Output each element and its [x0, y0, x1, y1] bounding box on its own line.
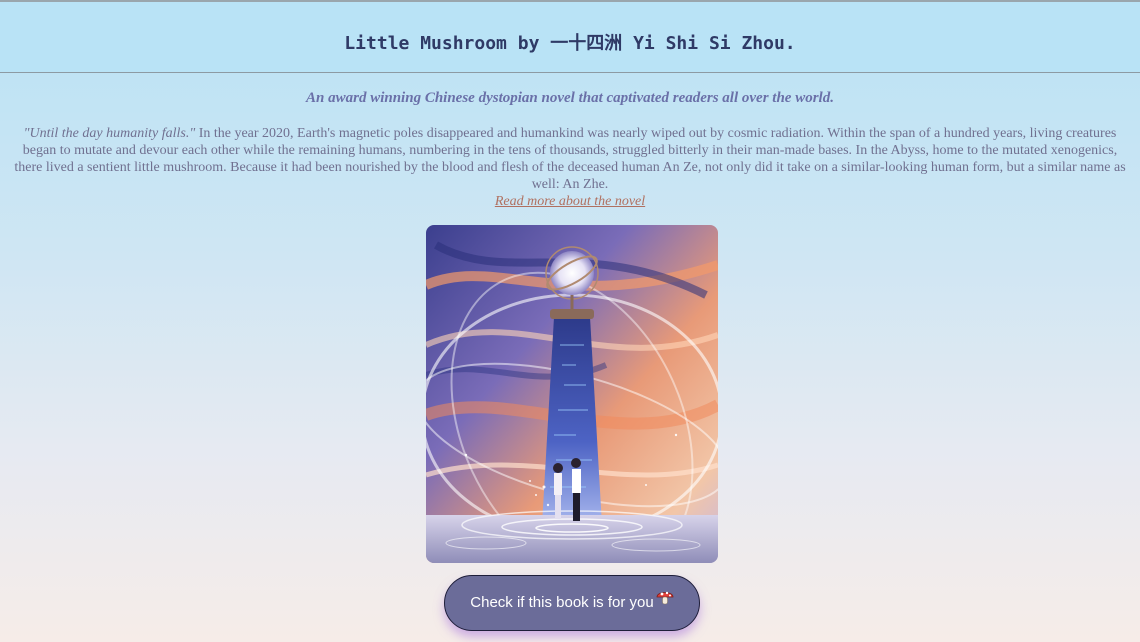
synopsis-quote: "Until the day humanity falls." — [23, 126, 196, 141]
book-cover-illustration — [426, 225, 718, 563]
synopsis: "Until the day humanity falls." In the y… — [14, 125, 1126, 210]
read-more-link[interactable]: Read more about the novel — [14, 193, 1126, 210]
tagline: An award winning Chinese dystopian novel… — [306, 90, 834, 106]
mushroom-icon — [656, 575, 674, 629]
book-cover-image — [426, 225, 718, 563]
page-title: Little Mushroom by 一十四洲 Yi Shi Si Zhou. — [344, 33, 796, 54]
check-book-label: Check if this book is for you — [470, 594, 654, 611]
check-book-button[interactable]: Check if this book is for you — [444, 575, 700, 631]
page-header: Little Mushroom by 一十四洲 Yi Shi Si Zhou. — [0, 0, 1140, 73]
